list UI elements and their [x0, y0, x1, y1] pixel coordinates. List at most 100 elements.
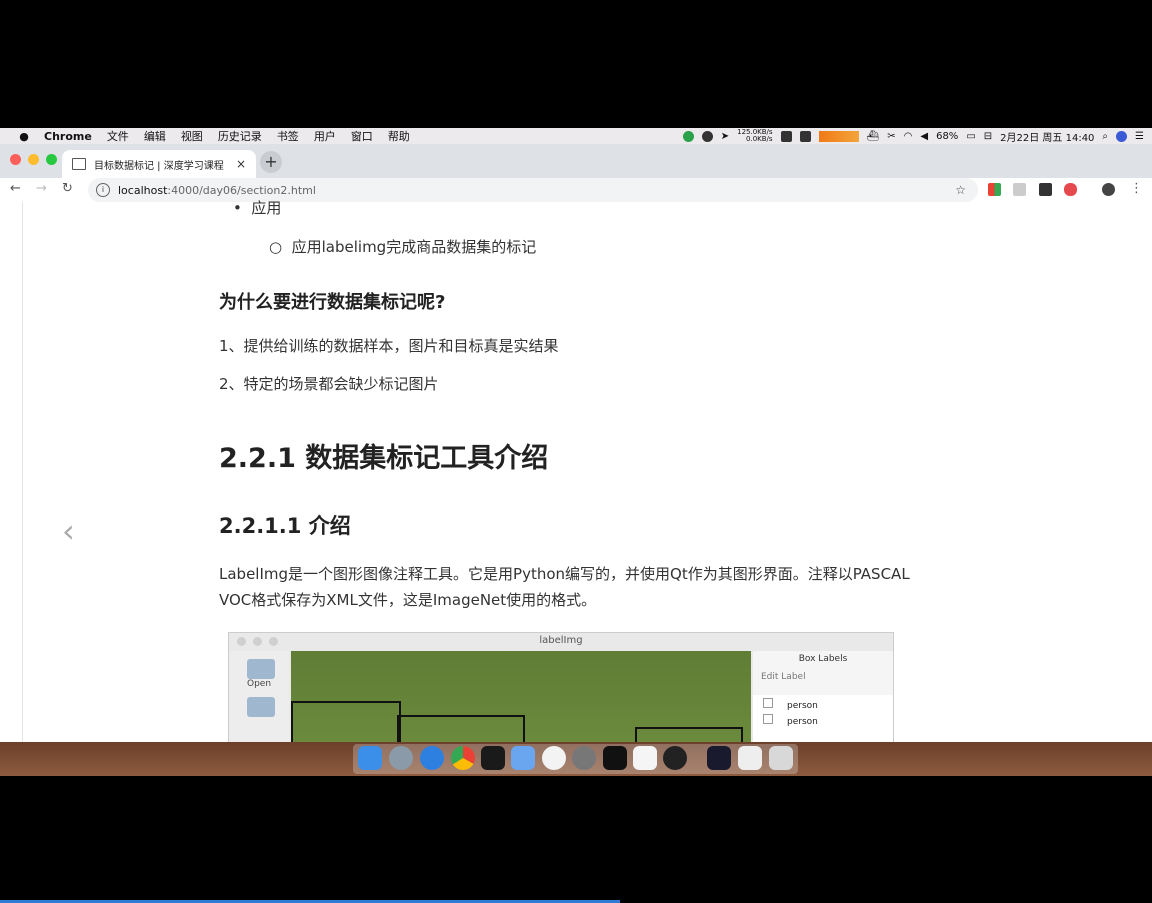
sidebar-divider — [22, 202, 23, 742]
apple-menu-icon[interactable]: ● — [16, 130, 32, 143]
intro-paragraph: LabelImg是一个图形图像注释工具。它是用Python编写的，并使用Qt作为… — [219, 561, 1009, 613]
browser-toolbar: ← → ↻ i localhost :4000/day06/section2.h… — [0, 178, 1152, 203]
bullet-app-text: 应用 — [251, 199, 282, 217]
maximize-window-button[interactable] — [46, 154, 57, 165]
activity-chart-icon[interactable] — [818, 130, 859, 142]
labels-list: person person — [753, 695, 893, 742]
menu-view[interactable]: 视图 — [181, 128, 203, 144]
reason-one: 1、提供给训练的数据样本，图片和目标真是实结果 — [219, 337, 559, 355]
trash-icon[interactable] — [769, 746, 793, 770]
menu-edit[interactable]: 编辑 — [144, 128, 166, 144]
previous-page-arrow[interactable]: ‹ — [62, 512, 75, 550]
tab-title: 目标数据标记 | 深度学习课程 — [94, 160, 224, 172]
close-window-button[interactable] — [10, 154, 21, 165]
telegram-icon[interactable]: ➤ — [721, 131, 729, 142]
profile-avatar[interactable] — [1102, 183, 1115, 196]
menu-bookmarks[interactable]: 书签 — [277, 128, 299, 144]
tab-close-icon[interactable]: × — [236, 157, 246, 171]
label-row: person — [763, 698, 893, 711]
cpu-meter-icon[interactable] — [780, 130, 792, 142]
app-status-icon[interactable] — [701, 130, 713, 142]
section-heading: 2.2.1 数据集标记工具介绍 — [219, 443, 549, 474]
bounding-box — [397, 715, 525, 742]
checkbox-icon — [763, 698, 773, 708]
extension-shield-icon[interactable] — [1064, 183, 1077, 196]
clock[interactable]: 2月22日 周五 14:40 — [1000, 129, 1094, 144]
finder-icon[interactable] — [358, 746, 382, 770]
extension-x-icon[interactable] — [1039, 183, 1052, 196]
reason-two: 2、特定的场景都会缺少标记图片 — [219, 375, 439, 393]
label-row: person — [763, 714, 893, 727]
memory-meter-icon[interactable] — [799, 130, 811, 142]
battery-icon[interactable]: ▭ — [966, 131, 975, 142]
sub-bullet-text: 应用labelimg完成商品数据集的标记 — [291, 238, 537, 256]
wifi-icon[interactable]: ◠ — [904, 131, 913, 142]
open-dir-icon — [247, 697, 275, 717]
page-content: ‹ • 应用 ○ 应用labelimg完成商品数据集的标记 为什么要进行数据集标… — [0, 199, 1152, 742]
chrome-icon[interactable] — [451, 746, 475, 770]
menu-people[interactable]: 用户 — [314, 128, 336, 144]
input-method-icon[interactable]: ⊟ — [984, 131, 992, 142]
info-icon[interactable]: i — [96, 183, 110, 197]
siri-icon[interactable] — [1116, 130, 1128, 142]
tab-strip: 目标数据标记 | 深度学习课程 × + — [0, 144, 1152, 178]
labelimg-screenshot: labelImg Open Box Labels Edit Label pers… — [228, 632, 894, 742]
launchpad-icon[interactable] — [389, 746, 413, 770]
figure-window-title: labelImg — [539, 635, 583, 646]
reload-icon[interactable]: ↻ — [62, 181, 73, 196]
menu-window[interactable]: 窗口 — [351, 128, 373, 144]
figure-toolbar: Open — [229, 651, 289, 742]
extension-grid-icon[interactable] — [988, 183, 1001, 196]
label-text: person — [787, 701, 818, 711]
battery-percent[interactable]: 68% — [936, 131, 958, 142]
intro-line-2: VOC格式保存为XML文件，这是ImageNet使用的格式。 — [219, 591, 597, 609]
system-preferences-icon[interactable] — [572, 746, 596, 770]
minimized-window-icon[interactable] — [707, 746, 731, 770]
forward-arrow-icon[interactable]: → — [36, 181, 47, 196]
chrome-window: 目标数据标记 | 深度学习课程 × + ← → ↻ i localhost :4… — [0, 144, 1152, 742]
photos-app-icon[interactable] — [542, 746, 566, 770]
new-tab-button[interactable]: + — [260, 151, 282, 173]
chrome-menu-icon[interactable]: ⋮ — [1130, 181, 1143, 196]
url-path: :4000/day06/section2.html — [167, 183, 316, 197]
subsection-heading: 2.2.1.1 介绍 — [219, 514, 351, 538]
menu-file[interactable]: 文件 — [107, 128, 129, 144]
pycharm-icon[interactable] — [481, 746, 505, 770]
back-arrow-icon[interactable]: ← — [10, 181, 21, 196]
scissors-icon[interactable]: ✂ — [887, 131, 895, 142]
volume-icon[interactable]: ◀ — [920, 131, 928, 142]
safari-icon[interactable] — [420, 746, 444, 770]
keynote-icon[interactable] — [511, 746, 535, 770]
network-speed: 125.0KB/s 0.0KB/s — [737, 129, 772, 143]
active-tab[interactable]: 目标数据标记 | 深度学习课程 × — [62, 150, 256, 178]
minimize-window-button[interactable] — [28, 154, 39, 165]
open-label: Open — [247, 679, 272, 689]
edit-label-button: Edit Label — [761, 672, 806, 682]
box-labels-panel: Box Labels Edit Label person person — [753, 651, 893, 742]
screenshot-window-icon[interactable] — [738, 746, 762, 770]
notification-center-icon[interactable]: ☰ — [1135, 131, 1144, 142]
list-item: ○ 应用labelimg完成商品数据集的标记 — [269, 238, 537, 256]
docker-icon[interactable]: ⛴ — [867, 131, 880, 142]
extension-cursor-icon[interactable] — [1013, 183, 1026, 196]
menu-help[interactable]: 帮助 — [388, 128, 410, 144]
obs-icon[interactable] — [663, 746, 687, 770]
terminal-icon[interactable] — [603, 746, 627, 770]
menu-app-name[interactable]: Chrome — [44, 130, 92, 143]
address-bar[interactable]: i localhost :4000/day06/section2.html ☆ — [88, 178, 978, 202]
menu-history[interactable]: 历史记录 — [218, 128, 262, 144]
bounding-box — [635, 727, 743, 742]
status-area: ➤ 125.0KB/s 0.0KB/s ⛴ ✂ ◠ ◀ 68% ▭ ⊟ 2月22… — [682, 128, 1144, 144]
spotlight-search-icon[interactable]: ⌕ — [1102, 131, 1108, 142]
book-icon — [72, 158, 86, 170]
network-down: 0.0KB/s — [746, 135, 773, 143]
label-text: person — [787, 717, 818, 727]
bounding-box — [291, 701, 401, 742]
bookmark-star-icon[interactable]: ☆ — [955, 183, 966, 197]
upload-status-icon[interactable] — [682, 130, 694, 142]
url-host: localhost — [118, 183, 168, 197]
box-labels-header: Box Labels — [798, 654, 848, 664]
typora-icon[interactable] — [633, 746, 657, 770]
macos-menubar: ● Chrome 文件 编辑 视图 历史记录 书签 用户 窗口 帮助 ➤ 125… — [0, 128, 1152, 144]
soccer-photo — [291, 651, 751, 742]
